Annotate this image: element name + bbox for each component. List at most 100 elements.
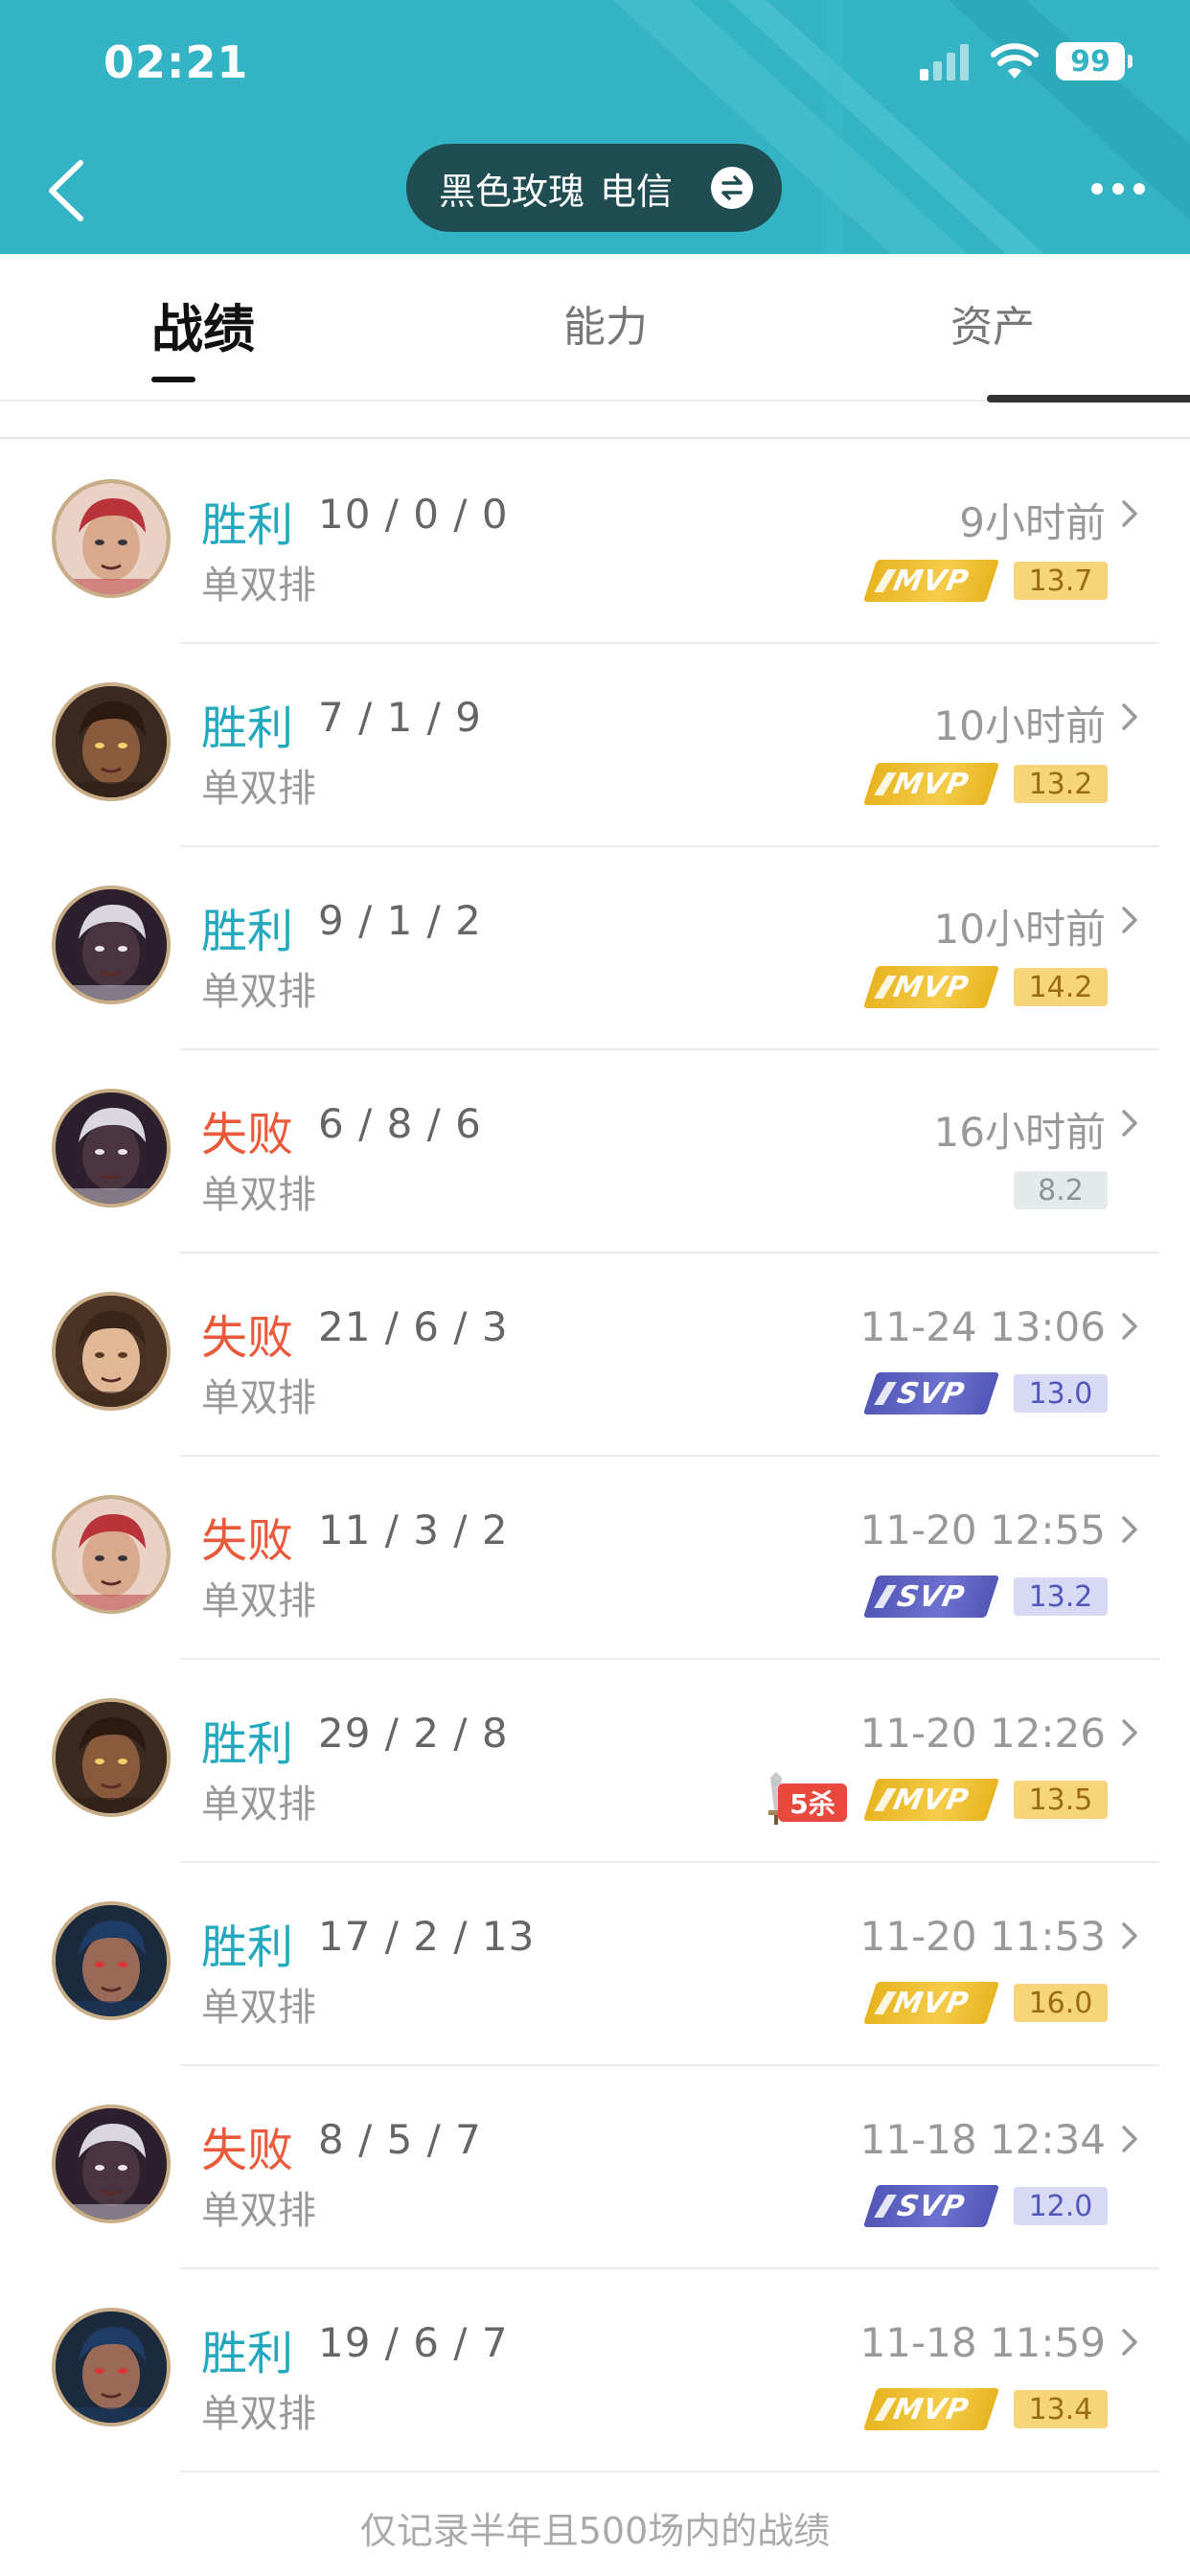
filter-scroll-indicator <box>987 395 1190 402</box>
match-row[interactable]: 失败 21 / 6 / 3 单双排 11-24 13:06 SVP 13.0 <box>0 1254 1190 1457</box>
game-mode: 单双排 <box>201 767 316 811</box>
mvp-badge: MVP <box>862 560 1000 602</box>
match-result: 胜利 <box>201 905 294 958</box>
match-list: 胜利 10 / 0 / 0 单双排 9小时前 MVP 13.7 胜利 7 / 1… <box>0 441 1190 2472</box>
match-row[interactable]: 胜利 29 / 2 / 8 单双排 11-20 12:26 5杀 MVP 13.… <box>0 1660 1190 1863</box>
chevron-right-icon <box>1122 1719 1137 1746</box>
more-options-icon[interactable] <box>1085 172 1152 205</box>
match-time: 11-18 12:34 <box>859 2116 1106 2163</box>
server-name: 电信 <box>600 170 674 213</box>
badge-row: MVP 13.7 <box>862 558 1108 604</box>
badge-row: MVP 14.2 <box>862 964 1108 1010</box>
match-time: 11-18 11:59 <box>859 2319 1106 2366</box>
active-tab-indicator <box>151 377 195 382</box>
game-mode: 单双排 <box>201 2189 316 2233</box>
rating-score: 16.0 <box>1014 1984 1108 2022</box>
status-time: 02:21 <box>103 36 249 88</box>
match-time: 11-24 13:06 <box>859 1303 1106 1350</box>
match-time: 9小时前 <box>959 499 1106 546</box>
tab-assets[interactable]: 资产 <box>950 292 1035 354</box>
match-time: 10小时前 <box>933 702 1106 749</box>
mvp-badge: MVP <box>862 2388 1000 2430</box>
hero-avatar <box>52 1292 171 1411</box>
match-result: 胜利 <box>201 1920 294 1974</box>
svp-badge: SVP <box>862 1372 1000 1414</box>
match-row[interactable]: 失败 8 / 5 / 7 单双排 11-18 12:34 SVP 12.0 <box>0 2066 1190 2269</box>
match-time: 11-20 12:26 <box>859 1710 1106 1757</box>
game-mode: 单双排 <box>201 2392 316 2436</box>
chevron-right-icon <box>1122 703 1137 730</box>
back-arrow-icon[interactable] <box>42 157 90 224</box>
match-result: 失败 <box>201 1514 294 1568</box>
chevron-right-icon <box>1122 1516 1137 1543</box>
match-result: 胜利 <box>201 498 294 552</box>
kda-stats: 17 / 2 / 13 <box>318 1913 536 1960</box>
kda-stats: 19 / 6 / 7 <box>318 2319 509 2366</box>
hero-avatar <box>52 682 171 801</box>
hero-avatar <box>52 479 171 598</box>
hero-avatar <box>52 1698 171 1817</box>
tab-match-record[interactable]: 战绩 <box>151 287 255 362</box>
row-divider <box>180 2471 1159 2472</box>
list-top-divider <box>0 437 1190 439</box>
match-result: 胜利 <box>201 702 294 755</box>
rating-score: 14.2 <box>1014 968 1108 1006</box>
game-mode: 单双排 <box>201 1173 316 1217</box>
match-row[interactable]: 胜利 7 / 1 / 9 单双排 10小时前 MVP 13.2 <box>0 644 1190 847</box>
match-row[interactable]: 失败 11 / 3 / 2 单双排 11-20 12:55 SVP 13.2 <box>0 1457 1190 1660</box>
chevron-right-icon <box>1122 1313 1137 1340</box>
status-icons: 99 <box>920 40 1133 82</box>
kda-stats: 29 / 2 / 8 <box>318 1710 509 1757</box>
kda-stats: 6 / 8 / 6 <box>318 1100 482 1147</box>
chevron-right-icon <box>1122 1922 1137 1949</box>
match-row[interactable]: 胜利 17 / 2 / 13 单双排 11-20 11:53 MVP 16.0 <box>0 1863 1190 2066</box>
svp-badge: SVP <box>862 1576 1000 1618</box>
rating-score: 13.0 <box>1014 1374 1108 1413</box>
kda-stats: 7 / 1 / 9 <box>318 694 482 741</box>
hero-avatar <box>52 1089 171 1208</box>
kda-stats: 11 / 3 / 2 <box>318 1506 509 1553</box>
match-result: 失败 <box>201 1108 294 1162</box>
swap-account-icon[interactable] <box>711 167 753 209</box>
badge-row: MVP 13.4 <box>862 2386 1108 2432</box>
kda-stats: 10 / 0 / 0 <box>318 491 509 538</box>
game-mode: 单双排 <box>201 564 316 608</box>
cellular-signal-icon <box>920 44 969 80</box>
app-header: 02:21 99 黑色玫瑰 电信 <box>0 0 1190 254</box>
tab-bar: 战绩 能力 资产 <box>0 254 1190 402</box>
match-time: 11-20 11:53 <box>859 1913 1106 1960</box>
badge-row: 5杀 MVP 13.5 <box>765 1772 1108 1825</box>
match-row[interactable]: 胜利 9 / 1 / 2 单双排 10小时前 MVP 14.2 <box>0 847 1190 1050</box>
hero-avatar <box>52 1495 171 1614</box>
badge-row: SVP 12.0 <box>862 2183 1108 2229</box>
mvp-badge: MVP <box>862 1779 1000 1821</box>
hero-avatar <box>52 1901 171 2020</box>
battery-icon: 99 <box>1056 42 1133 80</box>
match-time: 10小时前 <box>933 906 1106 953</box>
kda-stats: 21 / 6 / 3 <box>318 1303 509 1350</box>
mvp-badge: MVP <box>862 966 1000 1008</box>
match-result: 失败 <box>201 1311 294 1365</box>
chevron-right-icon <box>1122 500 1137 527</box>
game-mode: 单双排 <box>201 1579 316 1623</box>
rating-score: 12.0 <box>1014 2187 1108 2225</box>
tab-ability[interactable]: 能力 <box>563 292 648 354</box>
match-row[interactable]: 胜利 10 / 0 / 0 单双排 9小时前 MVP 13.7 <box>0 441 1190 644</box>
rating-score: 13.2 <box>1014 1577 1108 1616</box>
match-result: 失败 <box>201 2124 294 2177</box>
badge-row: MVP 16.0 <box>862 1980 1108 2026</box>
account-switcher[interactable]: 黑色玫瑰 电信 <box>406 144 782 232</box>
hero-avatar <box>52 2104 171 2223</box>
kda-stats: 9 / 1 / 2 <box>318 897 482 944</box>
badge-row: SVP 13.0 <box>862 1370 1108 1416</box>
game-mode: 单双排 <box>201 1782 316 1827</box>
match-time: 16小时前 <box>933 1109 1106 1156</box>
wifi-icon <box>991 43 1039 79</box>
hero-avatar <box>52 886 171 1004</box>
hero-avatar <box>52 2308 171 2426</box>
match-row[interactable]: 胜利 19 / 6 / 7 单双排 11-18 11:59 MVP 13.4 <box>0 2269 1190 2472</box>
mvp-badge: MVP <box>862 763 1000 805</box>
footer-note: 仅记录半年且500场内的战绩 <box>359 2510 831 2552</box>
chevron-right-icon <box>1122 1110 1137 1137</box>
match-row[interactable]: 失败 6 / 8 / 6 单双排 16小时前 8.2 <box>0 1050 1190 1254</box>
